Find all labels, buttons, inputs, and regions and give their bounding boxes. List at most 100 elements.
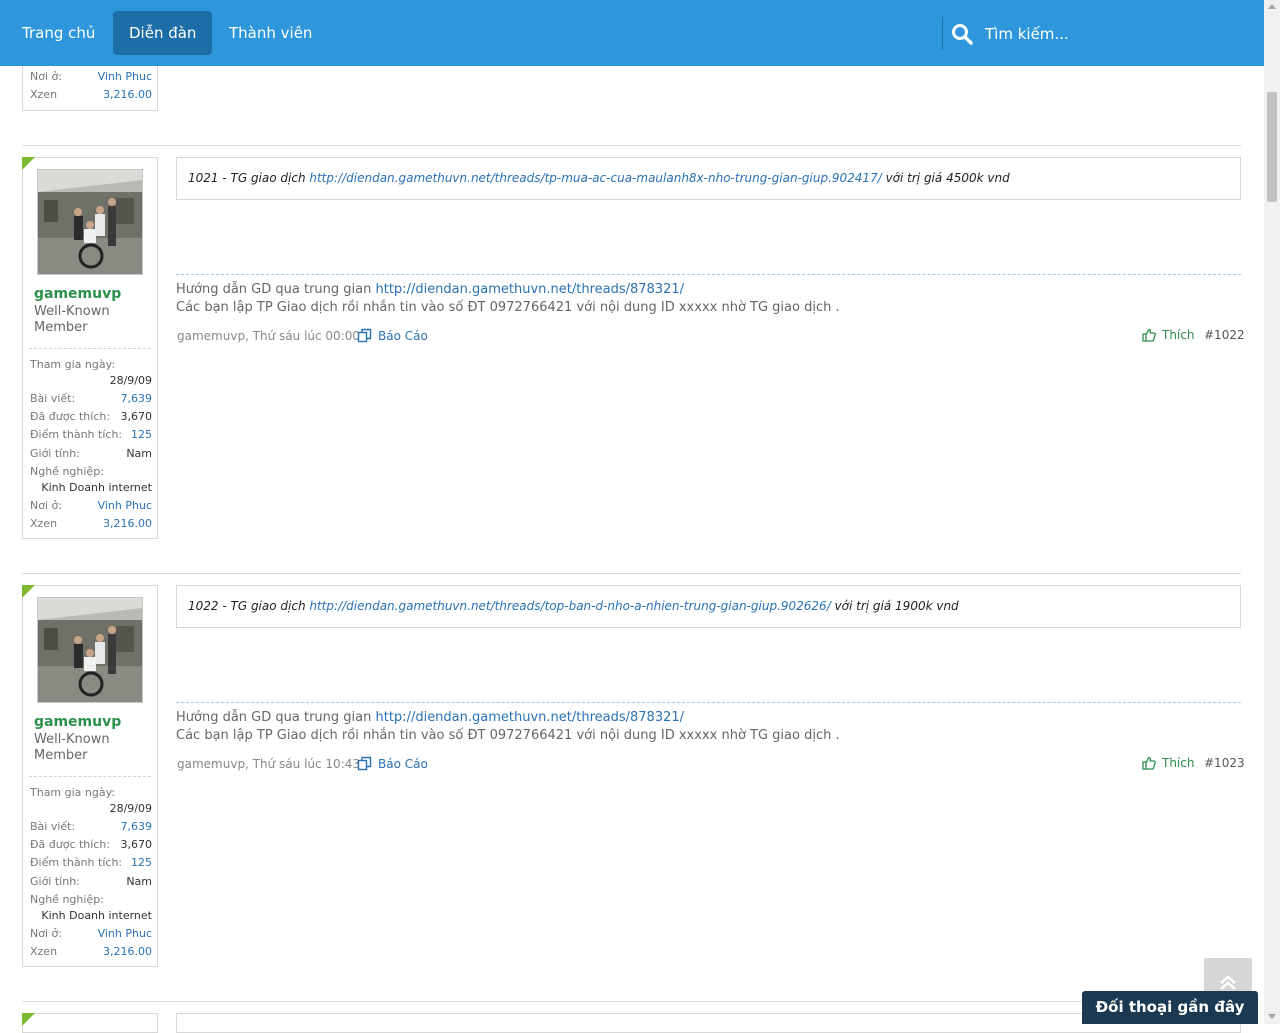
- thumbs-up-icon: [1142, 328, 1156, 342]
- post-number-link[interactable]: #1023: [1204, 756, 1245, 770]
- post-1023: gamemuvp Well-Known Member Tham gia ngày…: [0, 573, 1264, 1013]
- post-author-date[interactable]: gamemuvp, Thứ sáu lúc 10:43: [177, 757, 360, 771]
- post-divider: [22, 145, 1241, 146]
- online-indicator: [22, 585, 35, 598]
- message-link[interactable]: http://diendan.gamethuvn.net/threads/tp-…: [309, 171, 881, 185]
- location-row: Nơi ở: Vinh Phuc: [30, 926, 152, 942]
- search-icon[interactable]: [951, 23, 973, 45]
- scroll-thumb[interactable]: [1267, 92, 1277, 202]
- signature-text: Các bạn lập TP Giao dịch rồi nhắn tin và…: [176, 728, 840, 743]
- gender-value: Nam: [126, 447, 152, 460]
- post-divider: [22, 573, 1241, 574]
- message-content: 1022 - TG giao dịch http://diendan.gamet…: [176, 585, 1241, 628]
- like-button[interactable]: Thích: [1142, 328, 1194, 342]
- location-link[interactable]: Vinh Phuc: [98, 69, 152, 85]
- location-row: Nơi ở: Vinh Phuc: [30, 498, 152, 514]
- signature-divider: [176, 702, 1241, 703]
- xzen-row: Xzen 3,216.00: [30, 516, 152, 532]
- xzen-link[interactable]: 3,216.00: [103, 944, 152, 960]
- user-info-panel-partial: [22, 1013, 158, 1033]
- joined-value: 28/9/09: [109, 802, 152, 815]
- joined-label: Tham gia ngày:: [30, 786, 116, 799]
- post-count-link[interactable]: 7,639: [121, 391, 153, 407]
- scroll-down-arrow-icon[interactable]: [1268, 1014, 1276, 1019]
- avatar[interactable]: [37, 597, 143, 703]
- tab-members[interactable]: Thành viên: [213, 11, 328, 55]
- page-scrollbar[interactable]: [1264, 0, 1280, 1024]
- user-title: Well-Known Member: [34, 304, 110, 335]
- occupation-value: Kinh Doanh internet: [41, 909, 152, 922]
- user-info-panel: gamemuvp Well-Known Member Tham gia ngày…: [22, 585, 158, 967]
- online-indicator: [22, 1013, 35, 1026]
- thumbs-up-icon: [1142, 756, 1156, 770]
- online-indicator: [22, 157, 35, 170]
- message-link[interactable]: http://diendan.gamethuvn.net/threads/top…: [309, 599, 830, 613]
- message-text-suffix: với trị giá 4500k vnd: [881, 171, 1010, 185]
- top-nav-bar: Trang chủ Diễn đàn Thành viên: [0, 0, 1264, 66]
- report-button[interactable]: Báo Cáo: [357, 756, 428, 771]
- joined-label: Tham gia ngày:: [30, 358, 116, 371]
- report-icon: [357, 756, 372, 771]
- message-text: 1022 - TG giao dịch: [188, 599, 310, 613]
- signature-line: Hướng dẫn GD qua trung gian http://diend…: [176, 282, 685, 297]
- occupation-value: Kinh Doanh internet: [41, 481, 152, 494]
- signature-link[interactable]: http://diendan.gamethuvn.net/threads/878…: [376, 710, 685, 725]
- report-icon: [357, 328, 372, 343]
- scroll-up-arrow-icon[interactable]: [1268, 4, 1276, 9]
- signature-line: Hướng dẫn GD qua trung gian http://diend…: [176, 710, 685, 725]
- post-divider: [22, 1001, 1241, 1002]
- signature-text: Các bạn lập TP Giao dịch rồi nhắn tin và…: [176, 300, 840, 315]
- occupation-label: Nghề nghiệp:: [30, 893, 104, 906]
- message-content: 1021 - TG giao dịch http://diendan.gamet…: [176, 157, 1241, 200]
- avatar[interactable]: [37, 169, 143, 275]
- search-divider: [942, 17, 943, 50]
- message-text-suffix: với trị giá 1900k vnd: [830, 599, 959, 613]
- search-input[interactable]: [985, 20, 1245, 48]
- post-count-link[interactable]: 7,639: [121, 819, 153, 835]
- user-title: Well-Known Member: [34, 732, 110, 763]
- gender-row: Giới tính: Nam: [30, 447, 152, 460]
- gender-value: Nam: [126, 875, 152, 888]
- trophy-points-link[interactable]: 125: [131, 855, 152, 871]
- xzen-link[interactable]: 3,216.00: [103, 87, 152, 103]
- occupation-row: Kinh Doanh internet: [30, 480, 152, 496]
- post-count-row: Bài viết: 7,639: [30, 819, 153, 835]
- likes-row: Đã được thích: 3,670: [30, 838, 153, 851]
- joined-row: 28/9/09: [30, 801, 152, 817]
- double-chevron-up-icon: [1220, 975, 1236, 990]
- xzen-row: Xzen 3,216.00: [30, 87, 152, 103]
- username-link[interactable]: gamemuvp: [34, 286, 121, 302]
- xzen-link[interactable]: 3,216.00: [103, 516, 152, 532]
- likes-value: 3,670: [120, 838, 153, 851]
- recent-conversations-bar[interactable]: Đối thoại gần đây: [1082, 991, 1258, 1024]
- trophy-points-row: Điểm thành tích: 125: [30, 855, 152, 871]
- previous-user-info: Nơi ở: Vinh Phuc Xzen 3,216.00: [22, 66, 158, 111]
- user-info-divider: [29, 776, 151, 777]
- post-count-row: Bài viết: 7,639: [30, 391, 153, 407]
- post-1022: gamemuvp Well-Known Member Tham gia ngày…: [0, 145, 1264, 585]
- tab-home[interactable]: Trang chủ: [6, 11, 111, 55]
- signature-link[interactable]: http://diendan.gamethuvn.net/threads/878…: [376, 282, 685, 297]
- trophy-points-link[interactable]: 125: [131, 427, 152, 443]
- joined-row: 28/9/09: [30, 373, 152, 389]
- username-link[interactable]: gamemuvp: [34, 714, 121, 730]
- post-number-link[interactable]: #1022: [1204, 328, 1245, 342]
- message-text: 1021 - TG giao dịch: [188, 171, 310, 185]
- user-info-panel: gamemuvp Well-Known Member Tham gia ngày…: [22, 157, 158, 539]
- likes-row: Đã được thích: 3,670: [30, 410, 153, 423]
- xzen-row: Xzen 3,216.00: [30, 944, 152, 960]
- signature-divider: [176, 274, 1241, 275]
- tab-forums[interactable]: Diễn đàn: [113, 11, 213, 55]
- user-info-divider: [29, 348, 151, 349]
- trophy-points-row: Điểm thành tích: 125: [30, 427, 152, 443]
- occupation-row: Kinh Doanh internet: [30, 908, 152, 924]
- location-row: Nơi ở: Vinh Phuc: [30, 69, 152, 85]
- gender-row: Giới tính: Nam: [30, 875, 152, 888]
- likes-value: 3,670: [120, 410, 153, 423]
- location-link[interactable]: Vinh Phuc: [98, 926, 152, 942]
- like-button[interactable]: Thích: [1142, 756, 1194, 770]
- location-link[interactable]: Vinh Phuc: [98, 498, 152, 514]
- report-button[interactable]: Báo Cáo: [357, 328, 428, 343]
- occupation-label: Nghề nghiệp:: [30, 465, 104, 478]
- post-author-date[interactable]: gamemuvp, Thứ sáu lúc 00:00: [177, 329, 360, 343]
